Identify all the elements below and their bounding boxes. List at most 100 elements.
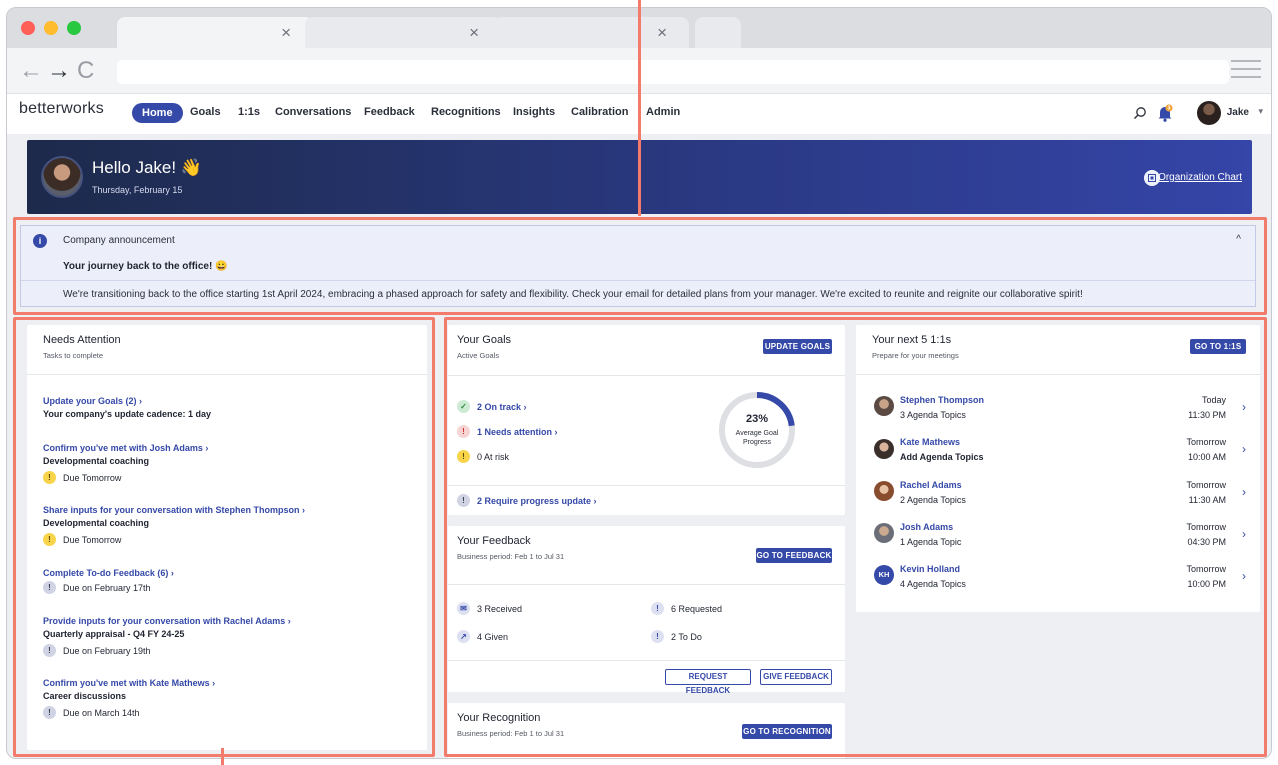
clock-icon: !: [43, 644, 56, 657]
task-detail: Developmental coaching: [43, 518, 150, 528]
divider: [21, 280, 1255, 281]
meeting-time: 04:30 PM: [1187, 537, 1226, 547]
go-to-feedback-button[interactable]: GO TO FEEDBACK: [756, 548, 832, 563]
agenda-topics[interactable]: Add Agenda Topics: [900, 452, 984, 462]
agenda-topics: 3 Agenda Topics: [900, 410, 966, 420]
back-arrow-icon[interactable]: ←: [19, 57, 43, 85]
avatar[interactable]: [874, 481, 894, 501]
user-name[interactable]: Jake: [1227, 107, 1249, 118]
organization-chart-link[interactable]: Organization Chart: [1158, 172, 1242, 183]
chevron-right-icon[interactable]: ›: [1242, 400, 1246, 414]
search-icon[interactable]: [1133, 106, 1147, 120]
nav-recognitions[interactable]: Recognitions: [431, 106, 501, 118]
nav-feedback[interactable]: Feedback: [364, 106, 415, 118]
card-title: Your Recognition: [457, 712, 541, 724]
nav-insights[interactable]: Insights: [513, 106, 555, 118]
card-title: Needs Attention: [43, 334, 121, 346]
nav-conversations[interactable]: Conversations: [275, 106, 351, 118]
check-icon: ✓: [457, 400, 470, 413]
current-date: Thursday, February 15: [92, 185, 183, 195]
browser-tab-3[interactable]: ×: [493, 17, 689, 48]
task-link[interactable]: Provide inputs for your conversation wit…: [43, 616, 291, 626]
meeting-person-name[interactable]: Stephen Thompson: [900, 395, 984, 405]
task-item: Confirm you've met with Josh Adams › Dev…: [43, 443, 208, 484]
agenda-topics: 1 Agenda Topic: [900, 537, 962, 547]
go-to-one-on-ones-button[interactable]: GO TO 1:1S: [1190, 339, 1246, 354]
on-track-row[interactable]: ✓ 2 On track ›: [457, 400, 527, 413]
request-feedback-button[interactable]: REQUEST FEEDBACK: [665, 669, 751, 695]
new-tab-button[interactable]: [695, 17, 741, 48]
clock-icon: !: [457, 450, 470, 463]
avatar[interactable]: [874, 523, 894, 543]
task-link[interactable]: Complete To-do Feedback (6) ›: [43, 568, 174, 578]
clock-icon: !: [43, 471, 56, 484]
close-tab-icon[interactable]: ×: [281, 23, 291, 43]
needs-attention-link[interactable]: 1 Needs attention ›: [477, 427, 558, 437]
task-link[interactable]: Share inputs for your conversation with …: [43, 505, 305, 515]
reload-icon[interactable]: C: [77, 57, 94, 85]
task-detail: Quarterly appraisal - Q4 FY 24-25: [43, 629, 185, 639]
go-to-recognition-button[interactable]: GO TO RECOGNITION: [742, 724, 832, 739]
divider: [856, 374, 1260, 375]
feedback-card: Your Feedback Business period: Feb 1 to …: [448, 526, 845, 695]
close-tab-icon[interactable]: ×: [469, 23, 479, 43]
betterworks-logo[interactable]: betterworks: [19, 100, 104, 118]
nav-home[interactable]: Home: [132, 103, 183, 123]
meeting-person-name[interactable]: Kevin Holland: [900, 564, 960, 574]
meeting-person-name[interactable]: Rachel Adams: [900, 480, 962, 490]
task-due: Due Tomorrow: [63, 472, 122, 483]
nav-calibration[interactable]: Calibration: [571, 106, 628, 118]
task-item: Confirm you've met with Kate Mathews › C…: [43, 678, 215, 719]
avatar[interactable]: [874, 396, 894, 416]
url-input[interactable]: [117, 60, 1229, 84]
forward-arrow-icon[interactable]: →: [47, 57, 71, 85]
meeting-time: 10:00 PM: [1187, 579, 1226, 589]
next-one-on-ones-card: Your next 5 1:1s Prepare for your meetin…: [856, 325, 1260, 612]
meeting-day: Tomorrow: [1186, 437, 1226, 447]
close-window-dot[interactable]: [21, 21, 35, 35]
nav-admin[interactable]: Admin: [646, 106, 680, 118]
chevron-down-icon[interactable]: ▾: [1258, 106, 1263, 117]
task-item: Provide inputs for your conversation wit…: [43, 616, 291, 657]
task-link[interactable]: Update your Goals (2) ›: [43, 396, 211, 406]
divider: [448, 584, 845, 585]
task-link[interactable]: Confirm you've met with Josh Adams ›: [43, 443, 208, 453]
meeting-day: Tomorrow: [1186, 564, 1226, 574]
update-goals-button[interactable]: UPDATE GOALS: [763, 339, 832, 354]
minimize-window-dot[interactable]: [44, 21, 58, 35]
on-track-link[interactable]: 2 On track ›: [477, 402, 527, 412]
meeting-person-name[interactable]: Josh Adams: [900, 522, 953, 532]
require-update-row[interactable]: ! 2 Require progress update ›: [457, 494, 597, 507]
menu-icon[interactable]: [1231, 60, 1261, 84]
card-subtitle: Active Goals: [457, 351, 500, 360]
mail-icon: ✉: [457, 602, 470, 615]
chevron-right-icon[interactable]: ›: [1242, 527, 1246, 541]
requested-stat: ! 6 Requested: [651, 602, 722, 615]
chevron-right-icon[interactable]: ›: [1242, 485, 1246, 499]
avatar[interactable]: [874, 439, 894, 459]
announcement-body: We're transitioning back to the office s…: [63, 289, 1083, 300]
browser-tab-1[interactable]: ×: [117, 17, 313, 48]
clock-icon: !: [651, 602, 664, 615]
at-risk-label: 0 At risk: [477, 451, 510, 462]
task-link[interactable]: Confirm you've met with Kate Mathews ›: [43, 678, 215, 688]
require-update-link[interactable]: 2 Require progress update ›: [477, 496, 597, 506]
close-tab-icon[interactable]: ×: [657, 23, 667, 43]
needs-attention-row[interactable]: ! 1 Needs attention ›: [457, 425, 558, 438]
collapse-chevron-icon[interactable]: ^: [1236, 234, 1241, 245]
card-subtitle: Business period: Feb 1 to Jul 31: [457, 552, 565, 561]
requested-label: 6 Requested: [671, 603, 723, 614]
meeting-person-name[interactable]: Kate Mathews: [900, 437, 960, 447]
chevron-right-icon[interactable]: ›: [1242, 569, 1246, 583]
chevron-right-icon[interactable]: ›: [1242, 442, 1246, 456]
meeting-day: Tomorrow: [1186, 522, 1226, 532]
maximize-window-dot[interactable]: [67, 21, 81, 35]
browser-tab-2[interactable]: ×: [305, 17, 501, 48]
give-feedback-button[interactable]: GIVE FEEDBACK: [760, 669, 832, 685]
nav-goals[interactable]: Goals: [190, 106, 221, 118]
nav-one-on-ones[interactable]: 1:1s: [238, 106, 260, 118]
avatar[interactable]: KH: [874, 565, 894, 585]
bell-icon[interactable]: 3: [1157, 104, 1173, 122]
user-avatar[interactable]: [1197, 101, 1221, 125]
given-stat: ↗ 4 Given: [457, 630, 508, 643]
